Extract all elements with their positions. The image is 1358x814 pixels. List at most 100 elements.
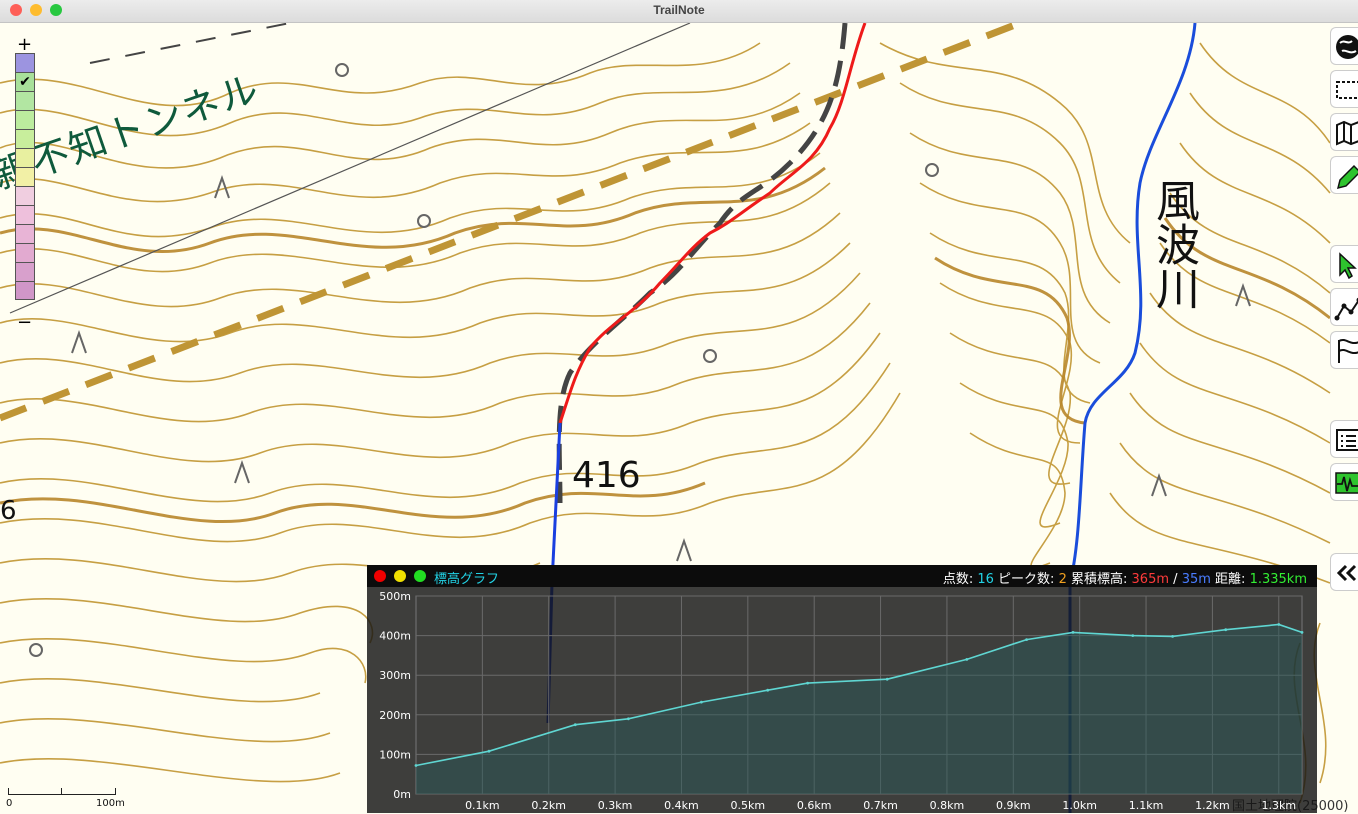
elevation-point: [1277, 623, 1280, 626]
zoom-level[interactable]: [15, 224, 35, 243]
gain-up-value: 365m: [1132, 572, 1169, 587]
x-tick-label: 1.2km: [1195, 799, 1230, 812]
elevation-point: [1072, 631, 1075, 634]
x-tick-label: 0.4km: [664, 799, 699, 812]
gain-label: 累積標高:: [1071, 572, 1127, 587]
distance-value: 1.335km: [1250, 572, 1307, 587]
zoom-level[interactable]: [15, 110, 35, 129]
y-tick-label: 500m: [379, 590, 411, 603]
graph-title: 標高グラフ: [434, 568, 499, 587]
scale-start-label: 0: [6, 798, 12, 809]
x-tick-label: 1.1km: [1129, 799, 1164, 812]
zoom-level[interactable]: [15, 281, 35, 300]
y-tick-label: 0m: [393, 788, 411, 801]
elevation-point: [806, 682, 809, 685]
zoom-level-selected[interactable]: ✔: [15, 72, 35, 91]
x-tick-label: 1.0km: [1062, 799, 1097, 812]
x-tick-label: 0.5km: [731, 799, 766, 812]
collapse-panel-button[interactable]: [1330, 553, 1358, 591]
graph-expand-button[interactable]: [414, 570, 426, 582]
x-tick-label: 0.7km: [863, 799, 898, 812]
y-tick-label: 300m: [379, 669, 411, 682]
map-button[interactable]: [1330, 113, 1358, 151]
map-scale: 0 100m: [6, 788, 126, 810]
right-toolbar: [1330, 23, 1358, 813]
elevation-label: 416: [572, 455, 641, 496]
elevation-point: [766, 689, 769, 692]
list-button[interactable]: [1330, 420, 1358, 458]
x-tick-label: 0.3km: [598, 799, 633, 812]
graph-minimize-button[interactable]: [394, 570, 406, 582]
scale-bar: [8, 788, 116, 795]
title-bar: TrailNote: [0, 0, 1358, 23]
y-tick-label: 100m: [379, 748, 411, 761]
flag-icon: [1334, 337, 1358, 365]
zoom-level[interactable]: [15, 167, 35, 186]
peaks-value: 2: [1059, 572, 1067, 587]
globe-button[interactable]: [1330, 27, 1358, 65]
x-tick-label: 0.8km: [930, 799, 965, 812]
x-tick-label: 1.3km: [1261, 799, 1296, 812]
gain-down-value: 35m: [1182, 572, 1211, 587]
zoom-out-button[interactable]: −: [17, 316, 31, 330]
graph-close-button[interactable]: [374, 570, 386, 582]
scale-mid-tick: [61, 788, 62, 794]
distance-label: 距離:: [1215, 572, 1245, 587]
x-tick-label: 0.6km: [797, 799, 832, 812]
pointer-button[interactable]: [1330, 245, 1358, 283]
zoom-level[interactable]: [15, 91, 35, 110]
elevation-point: [886, 678, 889, 681]
elevation-point: [1025, 638, 1028, 641]
points-label: 点数:: [943, 572, 973, 587]
zoom-level[interactable]: [15, 148, 35, 167]
river-name-label: 風波川: [1152, 178, 1202, 310]
zoom-level[interactable]: [15, 243, 35, 262]
pointer-icon: [1334, 251, 1358, 279]
scale-end-label: 100m: [96, 798, 125, 809]
graph-header: 標高グラフ 点数: 16 ピーク数: 2 累積標高: 365m / 35m 距離…: [367, 565, 1317, 587]
flag-button[interactable]: [1330, 331, 1358, 369]
elevation-chart[interactable]: 0m 100m 200m 300m 400m 500m 0.1km 0.2km 0.3km 0.4…: [367, 587, 1317, 813]
elevation-graph-panel: 標高グラフ 点数: 16 ピーク数: 2 累積標高: 365m / 35m 距離…: [367, 565, 1317, 813]
select-area-icon: [1334, 76, 1358, 104]
points-value: 16: [977, 572, 994, 587]
x-tick-label: 0.2km: [531, 799, 566, 812]
elevation-point: [1224, 628, 1227, 631]
edge-number-label: 6: [0, 496, 17, 526]
y-tick-label: 200m: [379, 709, 411, 722]
zoom-level[interactable]: [15, 129, 35, 148]
list-icon: [1334, 426, 1358, 454]
window-title: TrailNote: [0, 3, 1358, 17]
x-tick-label: 0.1km: [465, 799, 500, 812]
zoom-in-button[interactable]: +: [17, 38, 31, 52]
zoom-level[interactable]: [15, 53, 35, 72]
elevation-point: [627, 717, 630, 720]
route-button[interactable]: [1330, 288, 1358, 326]
zoom-level[interactable]: [15, 262, 35, 281]
route-icon: [1334, 294, 1358, 322]
zoom-level[interactable]: [15, 186, 35, 205]
railway-line: [10, 23, 690, 313]
select-area-button[interactable]: [1330, 70, 1358, 108]
trail-line: [559, 23, 845, 503]
zoom-bar: + ✔ −: [13, 38, 35, 330]
graph-stats: 点数: 16 ピーク数: 2 累積標高: 365m / 35m 距離: 1.33…: [943, 568, 1307, 587]
y-tick-label: 400m: [379, 630, 411, 643]
elevation-point: [965, 658, 968, 661]
boundary-line: [90, 23, 290, 63]
elevation-point: [488, 750, 491, 753]
peaks-label: ピーク数:: [998, 572, 1054, 587]
x-tick-label: 0.9km: [996, 799, 1031, 812]
gain-separator: /: [1173, 572, 1177, 587]
zoom-levels: ✔: [15, 53, 35, 300]
elevation-point: [1301, 631, 1304, 634]
elevation-point: [1131, 634, 1134, 637]
elevation-graph-icon: [1334, 469, 1358, 497]
elevation-point: [700, 701, 703, 704]
globe-icon: [1334, 33, 1358, 61]
pencil-icon: [1334, 162, 1358, 190]
elevation-graph-button[interactable]: [1330, 463, 1358, 501]
edit-button[interactable]: [1330, 156, 1358, 194]
map-icon: [1334, 119, 1358, 147]
zoom-level[interactable]: [15, 205, 35, 224]
